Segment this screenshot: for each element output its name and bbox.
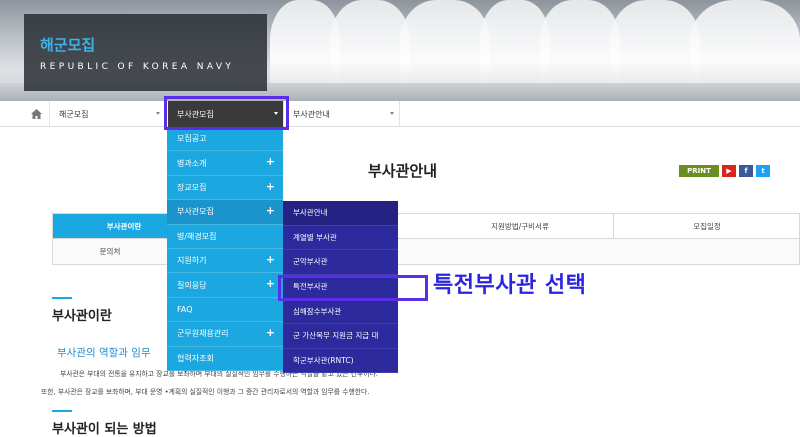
menu-item-label: 지원하기: [177, 256, 207, 266]
site-logo[interactable]: 해군모집 REPUBLIC OF KOREA NAVY: [24, 14, 267, 91]
chevron-down-icon: [156, 112, 160, 115]
submenu-item-label: 군악부사관: [293, 257, 328, 267]
tab-contact-label: 문의처: [99, 247, 121, 256]
highlight-box: [164, 96, 289, 130]
youtube-glyph: ▶: [726, 167, 732, 175]
tab-contact[interactable]: 문의처: [53, 239, 168, 264]
site-subtitle: REPUBLIC OF KOREA NAVY: [40, 62, 235, 72]
section-title: 부사관이 되는 방법: [52, 422, 157, 437]
tab-about-label: 부사관이란: [106, 221, 142, 231]
dropdown-menu: 모집공고 병과소개 + 장교모집 + 부사관모집 + 병/해경모집 지원하기 + 질의응…: [167, 127, 283, 371]
print-button[interactable]: PRINT: [679, 165, 719, 177]
menu-item-label: 병/해경모집: [177, 231, 217, 241]
nav-select-level1[interactable]: 해군모집: [50, 101, 166, 127]
plus-icon: +: [265, 179, 275, 193]
youtube-icon[interactable]: ▶: [722, 165, 736, 177]
menu-item[interactable]: 장교모집 +: [167, 176, 283, 201]
annotation-text: 특전부사관 선택: [433, 273, 587, 298]
section-divider: [52, 410, 72, 412]
menu-item-label: 군무원채용관리: [177, 329, 229, 339]
nav-select-level1-label: 해군모집: [59, 109, 89, 119]
menu-item-label: 모집공고: [177, 134, 207, 144]
facebook-icon[interactable]: f: [739, 165, 753, 177]
submenu-item-label: 계열별 부사관: [293, 232, 337, 242]
menu-item-label: 장교모집: [177, 182, 207, 192]
submenu-item[interactable]: 심해잠수부사관: [283, 299, 398, 324]
twitter-icon[interactable]: t: [756, 165, 770, 177]
menu-item-selected[interactable]: 부사관모집 +: [167, 200, 283, 225]
content-tabs: 부사관이란 지원방법/구비서류 모집일정: [52, 213, 800, 239]
menu-item[interactable]: 질의응답 +: [167, 273, 283, 298]
tab-schedule-label: 모집일정: [693, 221, 721, 231]
nav-select-level3[interactable]: 부사관안내: [284, 101, 400, 127]
plus-icon: +: [265, 252, 275, 266]
home-button[interactable]: [24, 101, 50, 127]
menu-item-label: 질의응답: [177, 280, 207, 290]
section-title: 부사관이란: [52, 309, 112, 324]
submenu-item-label: 심해잠수부사관: [293, 306, 342, 316]
hero-banner: 해군모집 REPUBLIC OF KOREA NAVY: [0, 0, 800, 101]
menu-item[interactable]: 병과소개 +: [167, 151, 283, 176]
location-navbar: 해군모집 부사관모집 부사관안내: [0, 101, 800, 127]
facebook-glyph: f: [744, 167, 748, 175]
section-divider: [52, 297, 72, 299]
menu-item-label: FAQ: [177, 304, 193, 314]
plus-icon: +: [265, 277, 275, 291]
plus-icon: +: [265, 204, 275, 218]
submenu-item[interactable]: 군악부사관: [283, 250, 398, 275]
twitter-glyph: t: [761, 167, 765, 175]
tab-apply-label: 지원방법/구비서류: [491, 221, 549, 231]
submenu-item-label: 군 가산복무 지원금 지급 대: [293, 331, 379, 341]
submenu-item[interactable]: 학군부사관(RNTC): [283, 349, 398, 374]
tab-schedule[interactable]: 모집일정: [614, 214, 800, 238]
plus-icon: +: [265, 326, 275, 340]
tab-apply[interactable]: 지원방법/구비서류: [427, 214, 614, 238]
submenu-item[interactable]: 부사관안내: [283, 201, 398, 226]
menu-item[interactable]: 병/해경모집: [167, 225, 283, 249]
menu-item-label: 협력자조회: [177, 353, 214, 363]
nav-select-level3-label: 부사관안내: [293, 109, 330, 119]
highlight-box: [278, 275, 428, 301]
home-icon: [31, 109, 42, 119]
menu-item[interactable]: 협력자조회: [167, 347, 283, 371]
print-label: PRINT: [687, 167, 711, 175]
menu-item[interactable]: 군무원채용관리 +: [167, 322, 283, 347]
submenu-item-label: 부사관안내: [293, 208, 328, 218]
menu-item[interactable]: FAQ: [167, 298, 283, 323]
menu-item[interactable]: 모집공고: [167, 127, 283, 152]
submenu-item-label: 학군부사관(RNTC): [293, 355, 354, 365]
submenu-item[interactable]: 계열별 부사관: [283, 226, 398, 251]
menu-item[interactable]: 지원하기 +: [167, 249, 283, 274]
section-subtitle: 부사관의 역할과 임무: [57, 347, 151, 359]
submenu-item[interactable]: 군 가산복무 지원금 지급 대: [283, 324, 398, 349]
page-title: 부사관안내: [368, 162, 438, 180]
content-tabs-row2: 문의처: [52, 239, 800, 265]
chevron-down-icon: [390, 112, 394, 115]
menu-item-label: 부사관모집: [177, 207, 214, 217]
body-paragraph: 또한, 부사관은 장교를 보좌하며, 부대 운영 •계획의 실질적인 이행과 그…: [41, 388, 370, 396]
menu-item-label: 병과소개: [177, 158, 207, 168]
plus-icon: +: [265, 155, 275, 169]
site-title: 해군모집: [40, 36, 96, 54]
